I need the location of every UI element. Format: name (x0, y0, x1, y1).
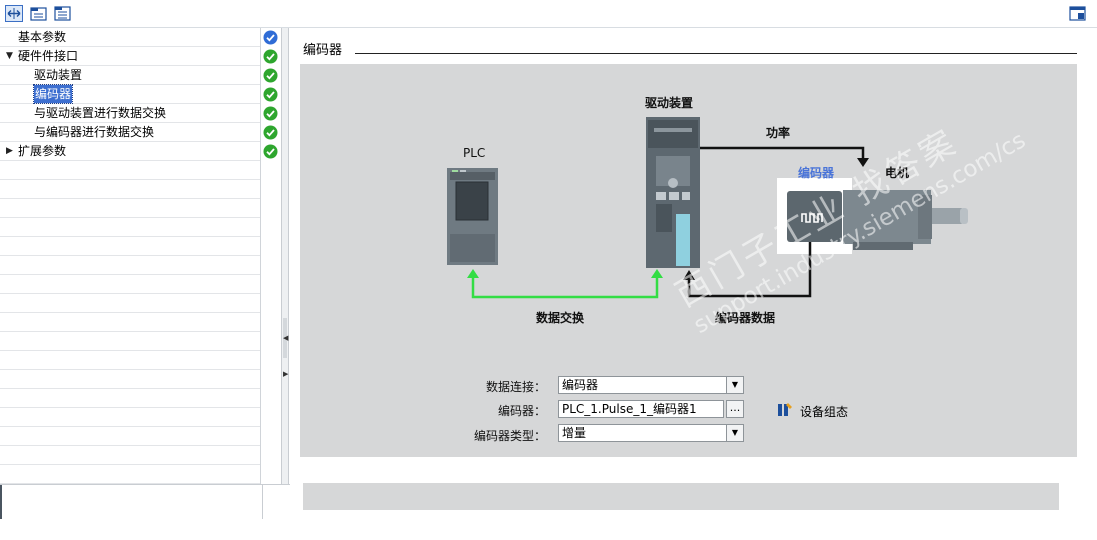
collapse-left-icon[interactable]: ◀ (283, 334, 288, 342)
tree-item-basic-params[interactable]: 基本参数 (0, 28, 260, 47)
encoder-type-value: 增量 (562, 426, 587, 440)
power-arrow (700, 146, 865, 160)
secondary-panel (303, 483, 1059, 510)
drive-label: 驱动装置 (645, 96, 694, 110)
motor-label: 电机 (885, 166, 910, 180)
tree-empty-row (0, 256, 260, 275)
column-divider (262, 485, 263, 519)
data-connection-label: 数据连接： (485, 380, 546, 394)
tree-item-label: 基本参数 (18, 30, 67, 44)
ok-status-icon (263, 144, 278, 159)
tree-empty-row (0, 351, 260, 370)
device-config-link[interactable]: 设备组态 (800, 403, 848, 420)
window-layout-icon[interactable] (1069, 5, 1087, 22)
encoder-data-arrow-head (683, 270, 695, 280)
expand-right-icon[interactable]: ▶ (283, 370, 288, 378)
encoder-type-select[interactable]: 增量 ▼ (558, 424, 744, 442)
tree-item-encoder-data-exchange[interactable]: 与编码器进行数据交换 (0, 123, 260, 142)
folder-icon[interactable] (30, 5, 48, 22)
section-title: 编码器 (303, 43, 343, 58)
chevron-down-icon[interactable]: ▼ (726, 425, 743, 441)
tree-empty-row (0, 465, 260, 484)
motor-icon (843, 190, 968, 250)
encoder-type-label: 编码器类型： (473, 429, 546, 443)
tree-item-drive-data-exchange[interactable]: 与驱动装置进行数据交换 (0, 104, 260, 123)
tree-empty-row (0, 370, 260, 389)
folder-list-icon[interactable] (54, 5, 72, 22)
top-toolbar (0, 0, 1097, 28)
tree-empty-row (0, 180, 260, 199)
device-config-icon[interactable] (776, 401, 794, 418)
tree-item-encoder[interactable]: 编码器 (0, 84, 260, 104)
plc-label: PLC (463, 146, 486, 160)
tree-empty-row (0, 199, 260, 218)
tree-empty-row (0, 237, 260, 256)
ok-status-icon (263, 49, 278, 64)
tree-empty-row (0, 389, 260, 408)
bottom-strip (290, 510, 1097, 540)
ok-status-icon (263, 68, 278, 83)
tree-item-extended-params[interactable]: ▶ 扩展参数 (0, 142, 260, 161)
ok-status-icon (263, 106, 278, 121)
ok-status-icon (263, 125, 278, 140)
data-exchange-label: 数据交换 (536, 311, 585, 325)
collapsed-arrow-icon[interactable]: ▶ (6, 142, 13, 160)
data-connection-value: 编码器 (562, 378, 599, 392)
section-divider (355, 53, 1077, 54)
chevron-down-icon[interactable]: ▼ (726, 377, 743, 393)
tree-item-label: 编码器 (32, 84, 74, 104)
data-connection-select[interactable]: 编码器 ▼ (558, 376, 744, 394)
tree-item-drive[interactable]: 驱动装置 (0, 66, 260, 85)
encoder-browse-button[interactable]: ... (726, 400, 744, 418)
encoder-icon (787, 191, 842, 242)
panel-splitter[interactable]: ◀ ▶ (281, 28, 289, 518)
info-status-icon (263, 30, 278, 45)
power-arrow-head (857, 158, 869, 167)
tree-empty-row (0, 332, 260, 351)
tree-item-label: 硬件件接口 (18, 49, 79, 63)
navigation-tree: 基本参数 ▼ 硬件件接口 驱动装置 编码器 与驱动装置进行数据交换 与编码器进行… (0, 28, 260, 484)
tree-empty-row (0, 294, 260, 313)
data-exchange-arrow-head-left (467, 269, 479, 278)
expanded-arrow-icon[interactable]: ▼ (6, 47, 13, 65)
data-exchange-arrow (471, 276, 659, 299)
encoder-field-value: PLC_1.Pulse_1_编码器1 (562, 402, 697, 416)
tree-empty-row (0, 408, 260, 427)
encoder-label: 编码器 (798, 166, 835, 180)
tree-item-label: 驱动装置 (34, 68, 83, 82)
tree-empty-row (0, 427, 260, 446)
status-column (260, 28, 282, 484)
tree-item-label: 扩展参数 (18, 144, 67, 158)
encoder-diagram-panel: PLC 驱动装置 功率 编码器 电机 数据交换 编码器数据 西门子工业 找答案 … (300, 64, 1077, 457)
plc-device-icon (447, 168, 498, 265)
tree-item-label: 与驱动装置进行数据交换 (34, 106, 167, 120)
tree-empty-row (0, 446, 260, 465)
tree-item-hardware-interface[interactable]: ▼ 硬件件接口 (0, 47, 260, 66)
left-edge-bar (0, 485, 2, 519)
ok-status-icon (263, 87, 278, 102)
left-bottom-area (0, 484, 290, 519)
drive-device-icon (646, 117, 700, 268)
tree-empty-row (0, 161, 260, 180)
data-exchange-arrow-head-right (651, 269, 663, 278)
encoder-field[interactable]: PLC_1.Pulse_1_编码器1 (558, 400, 724, 418)
tree-empty-row (0, 313, 260, 332)
encoder-field-label: 编码器： (497, 404, 546, 418)
tree-empty-row (0, 275, 260, 294)
diagram-graphic (447, 117, 968, 299)
tree-empty-row (0, 218, 260, 237)
tree-item-label: 与编码器进行数据交换 (34, 125, 155, 139)
encoder-data-label: 编码器数据 (715, 311, 776, 325)
expand-collapse-icon[interactable] (5, 5, 23, 22)
power-label: 功率 (766, 126, 791, 140)
